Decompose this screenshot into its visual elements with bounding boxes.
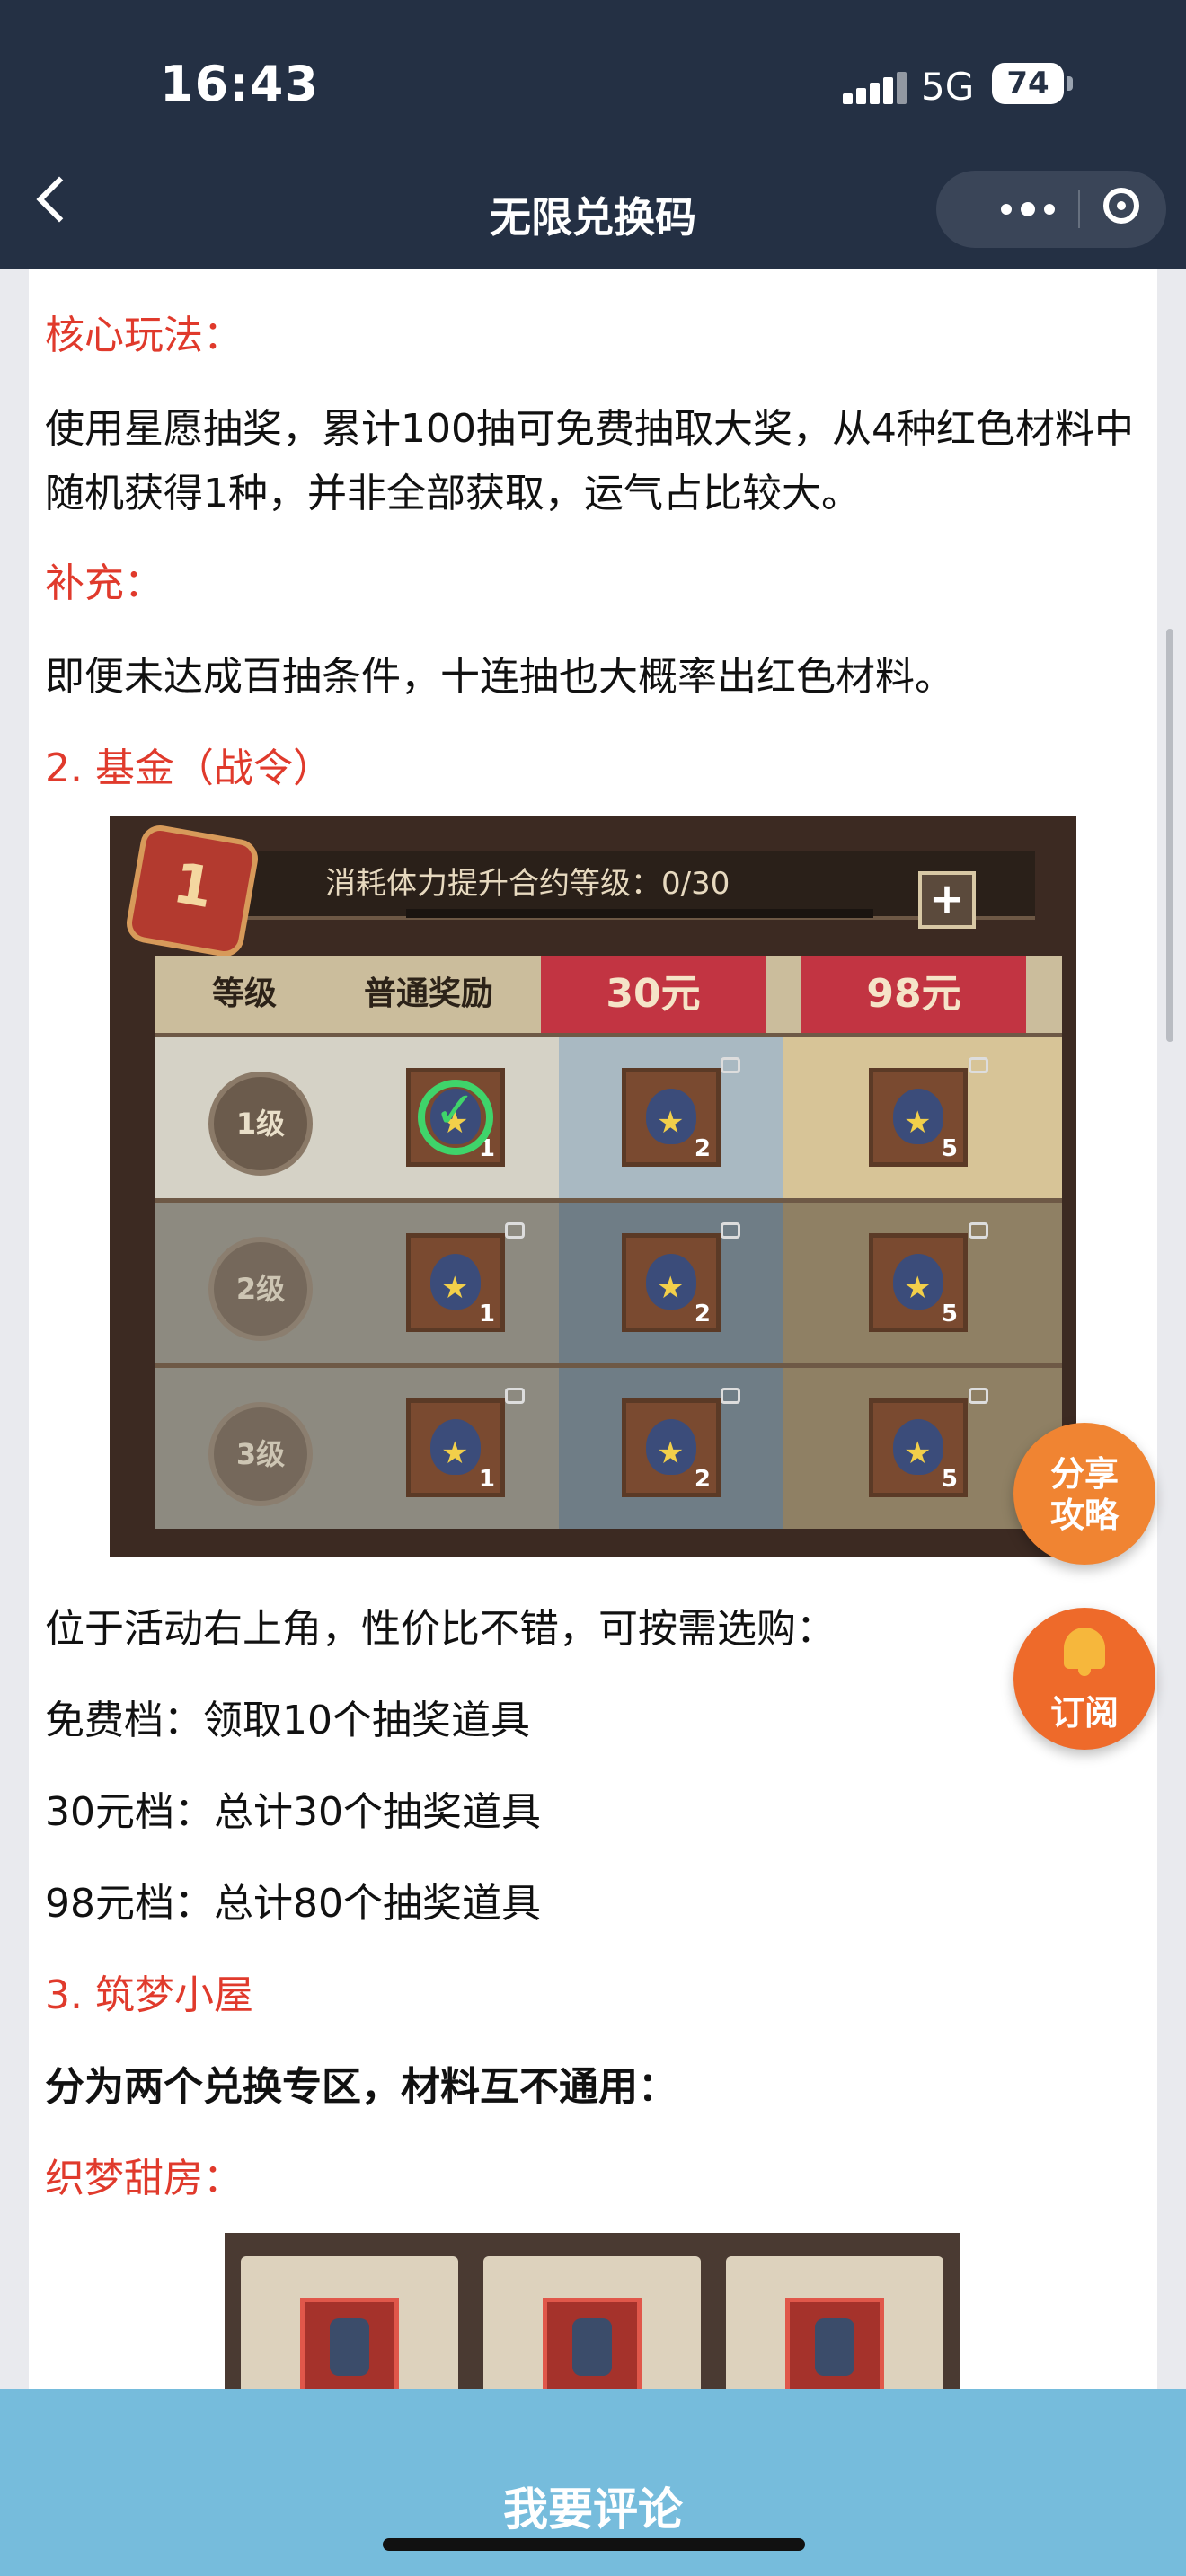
exchange-card [241, 2256, 458, 2389]
home-indicator [383, 2538, 805, 2551]
bell-icon [1064, 1628, 1105, 1676]
lock-icon [969, 1057, 988, 1073]
reward-item: 1 [406, 1068, 505, 1167]
contract-progress-bar [406, 909, 873, 918]
contract-header: 消耗体力提升合约等级：0/30 [190, 851, 1035, 920]
reward-row: 3级 1 2 5 [155, 1363, 1062, 1529]
reward-item: 1 [406, 1398, 505, 1497]
col-30: 30元 [541, 956, 766, 1033]
paragraph-30-tier: 30元档：总计30个抽奖道具 [45, 1789, 541, 1835]
reward-item: 5 [869, 1068, 968, 1167]
reward-item: 2 [622, 1398, 721, 1497]
lock-icon [721, 1388, 740, 1404]
reward-row: 1级 1 2 5 [155, 1033, 1062, 1198]
battery-icon: 74 [992, 63, 1073, 104]
contract-progress-text: 消耗体力提升合约等级：0/30 [325, 866, 730, 902]
more-icon[interactable] [1001, 200, 1055, 218]
reward-item: 2 [622, 1233, 721, 1332]
comment-button[interactable]: 我要评论 [0, 2474, 1186, 2538]
paragraph-98-tier: 98元档：总计80个抽奖道具 [45, 1881, 541, 1927]
article-content: 核心玩法： 使用星愿抽奖，累计100抽可免费抽取大奖，从4种红色材料中随机获得1… [29, 269, 1157, 2389]
fund-screenshot: 消耗体力提升合约等级：0/30 1 + 等级 普通奖励 30元 98元 1级 1… [110, 816, 1076, 1557]
lock-icon [721, 1057, 740, 1073]
lock-icon [721, 1222, 740, 1239]
col-98: 98元 [801, 956, 1026, 1033]
claimed-check-icon [418, 1080, 493, 1155]
status-time: 16:43 [160, 56, 319, 112]
heading-core-gameplay: 核心玩法： [45, 313, 243, 358]
top-bar: 16:43 5G 74 无限兑换码 [0, 0, 1186, 269]
paragraph-supplement: 即便未达成百抽条件，十连抽也大概率出红色材料。 [45, 654, 954, 700]
reward-row: 2级 1 2 5 [155, 1198, 1062, 1363]
row-level: 2级 [208, 1237, 313, 1341]
signal-icon [843, 72, 907, 104]
paragraph-dream-house: 分为两个兑换专区，材料互不通用： [45, 2064, 677, 2110]
scrollbar[interactable] [1166, 629, 1173, 1042]
row-level: 3级 [208, 1402, 313, 1506]
reward-item: 5 [869, 1233, 968, 1332]
lock-icon [505, 1388, 525, 1404]
col-level: 等级 [211, 975, 277, 1012]
reward-item: 2 [622, 1068, 721, 1167]
reward-column-header: 等级 普通奖励 30元 98元 [155, 956, 1062, 1033]
heading-supplement: 补充： [45, 560, 164, 606]
capsule-divider [1078, 190, 1080, 228]
col-normal: 普通奖励 [363, 975, 493, 1012]
heading-fund: 2. 基金（战令） [45, 745, 332, 791]
heading-dream-house: 3. 筑梦小屋 [45, 1972, 253, 2018]
exchange-card [483, 2256, 701, 2389]
lock-icon [505, 1222, 525, 1239]
close-target-icon[interactable] [1103, 188, 1139, 224]
sweet-room-screenshot [225, 2233, 960, 2389]
network-type: 5G [921, 65, 975, 109]
plus-icon: + [918, 871, 976, 929]
mini-program-capsule [936, 171, 1166, 248]
reward-item: 1 [406, 1233, 505, 1332]
lock-icon [969, 1222, 988, 1239]
row-level: 1级 [208, 1072, 313, 1176]
subscribe-button[interactable]: 订阅 [1013, 1608, 1155, 1750]
level-badge: 1 [123, 822, 261, 960]
reward-item: 5 [869, 1398, 968, 1497]
exchange-card [726, 2256, 943, 2389]
lock-icon [969, 1388, 988, 1404]
heading-sweet-room: 织梦甜房： [45, 2156, 243, 2201]
paragraph-fund-intro: 位于活动右上角，性价比不错，可按需选购： [45, 1606, 836, 1652]
paragraph-free-tier: 免费档：领取10个抽奖道具 [45, 1698, 530, 1743]
paragraph-core-gameplay: 使用星愿抽奖，累计100抽可免费抽取大奖，从4种红色材料中随机获得1种，并非全部… [45, 406, 1134, 516]
share-guide-button[interactable]: 分享 攻略 [1013, 1423, 1155, 1565]
